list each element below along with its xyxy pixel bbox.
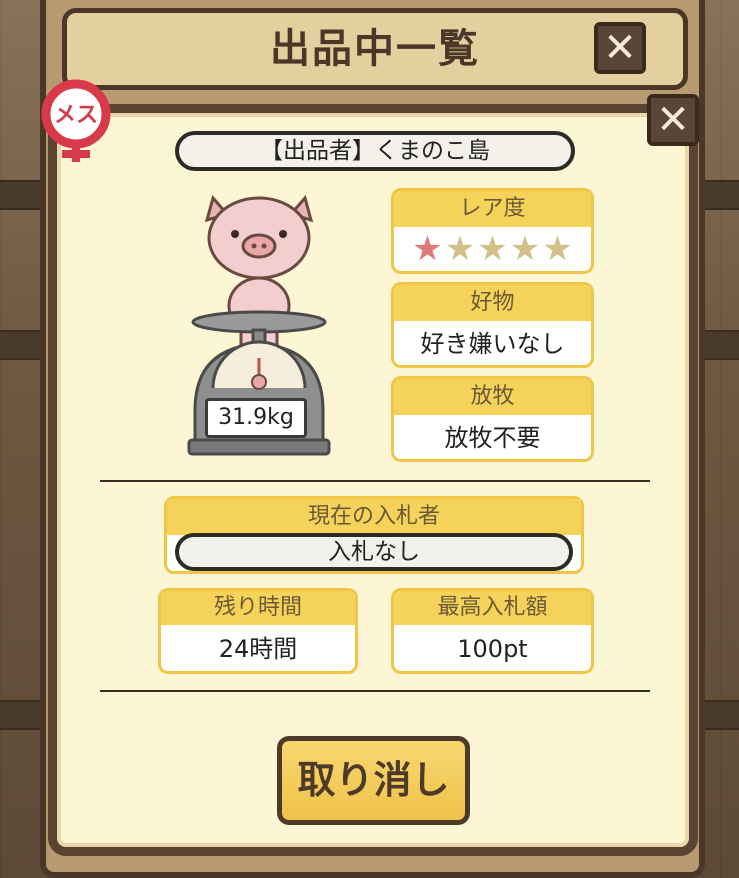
gender-badge-text: メス: [54, 103, 98, 128]
female-gender-icon: メス: [32, 78, 120, 166]
grazing-label: 放牧: [394, 379, 591, 415]
window-title: 出品中一覧: [270, 26, 480, 72]
highest-bid-box: 最高入札額 100pt: [391, 588, 594, 674]
remaining-time-box: 残り時間 24時間: [158, 588, 358, 674]
divider: [100, 480, 650, 482]
remaining-label: 残り時間: [161, 591, 355, 625]
star-empty-icon: ★: [444, 229, 476, 269]
star-empty-icon: ★: [509, 229, 541, 269]
seller-name: 【出品者】くまのこ島: [175, 131, 575, 171]
grazing-box: 放牧 放牧不要: [391, 376, 594, 462]
favorite-food-box: 好物 好き嫌いなし: [391, 282, 594, 368]
highest-bid-value: 100pt: [457, 635, 528, 663]
bidder-label: 現在の入札者: [167, 499, 581, 535]
star-empty-icon: ★: [477, 229, 508, 269]
remaining-value: 24時間: [218, 635, 298, 663]
star-empty-icon: ★: [542, 229, 573, 269]
grazing-value: 放牧不要: [444, 424, 541, 452]
favorite-value: 好き嫌いなし: [420, 330, 565, 358]
highest-bid-label: 最高入札額: [394, 591, 591, 625]
bidder-value: 入札なし: [175, 533, 573, 571]
close-window-button[interactable]: ✕: [594, 22, 646, 74]
current-bidder-box: 現在の入札者 入札なし: [164, 496, 584, 574]
favorite-label: 好物: [394, 285, 591, 321]
close-dialog-button[interactable]: ✕: [647, 94, 699, 146]
rarity-box: レア度 ★ ★ ★ ★ ★: [391, 188, 594, 274]
rarity-stars: ★ ★ ★ ★ ★: [394, 227, 591, 269]
pig-weight: 31.9kg: [205, 398, 307, 438]
cancel-listing-button[interactable]: 取り消し: [277, 736, 470, 825]
divider: [100, 690, 650, 692]
rarity-label: レア度: [394, 191, 591, 227]
star-filled-icon: ★: [412, 229, 443, 269]
